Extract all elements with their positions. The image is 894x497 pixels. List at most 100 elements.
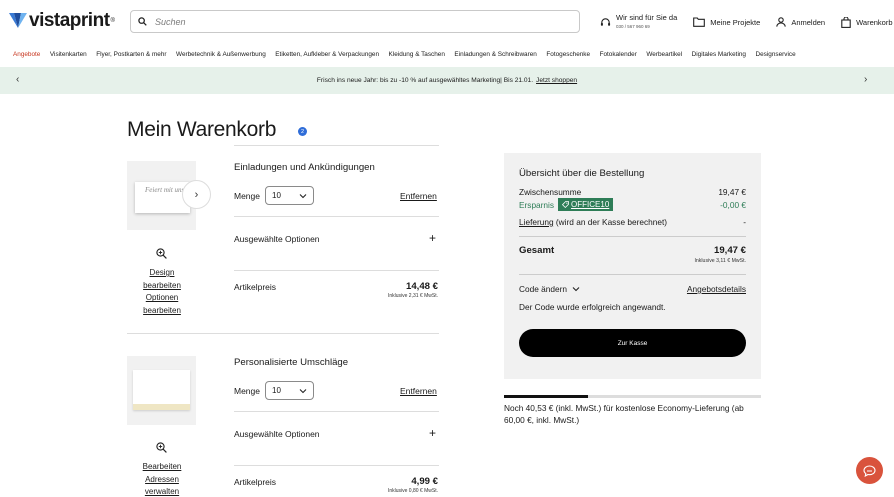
subtotal-value: 19,47 € xyxy=(718,187,746,197)
cart-link[interactable]: Warenkorb xyxy=(841,16,893,28)
edit-envelope-link[interactable]: Bearbeiten xyxy=(127,461,197,474)
chevron-right-icon: › xyxy=(194,188,199,201)
zoom-icon[interactable] xyxy=(156,248,167,259)
logo-wordmark: vistaprint xyxy=(29,10,110,31)
quantity-label: Menge xyxy=(234,386,260,396)
shipping-info-link[interactable]: Lieferung xyxy=(519,217,554,227)
plus-icon[interactable]: + xyxy=(429,427,436,439)
total-vat: Inklusive 3,11 € MwSt. xyxy=(694,258,746,264)
shipping-note: (wird an der Kasse berechnet) xyxy=(555,217,668,227)
promo-next-icon[interactable]: › xyxy=(864,74,867,85)
summary-title: Übersicht über die Bestellung xyxy=(519,168,645,179)
chat-button[interactable] xyxy=(856,457,883,484)
page-title: Mein Warenkorb xyxy=(127,118,277,141)
promo-banner: ‹ Frisch ins neue Jahr: bis zu -10 % auf… xyxy=(0,67,894,94)
change-code-label: Code ändern xyxy=(519,284,567,294)
edit-options-link[interactable]: Optionen xyxy=(127,292,197,305)
envelope-image xyxy=(133,370,190,410)
total-row: Gesamt 19,47 € xyxy=(519,245,746,256)
login-link[interactable]: Anmelden xyxy=(776,17,825,27)
preview-next-button[interactable]: › xyxy=(182,180,211,209)
divider xyxy=(234,216,439,217)
nav-item-angebote[interactable]: Angebote xyxy=(13,51,40,58)
order-summary: Übersicht über die Bestellung Zwischensu… xyxy=(504,153,761,379)
logo-registered: ® xyxy=(110,18,115,24)
edit-options-link[interactable]: bearbeiten xyxy=(127,305,197,318)
envelope-gold-edge xyxy=(133,404,190,410)
quantity-select[interactable]: 10 xyxy=(265,186,314,205)
manage-addresses-link[interactable]: verwalten xyxy=(127,486,197,497)
shipping-value: - xyxy=(743,217,746,227)
nav-item-designservice[interactable]: Designservice xyxy=(755,51,795,58)
help-phone: 030 / 567 960 69 xyxy=(616,24,650,29)
item-edit-links: Design bearbeiten Optionen bearbeiten xyxy=(127,267,197,317)
nav-item-etiketten[interactable]: Etiketten, Aufkleber & Verpackungen xyxy=(275,51,379,58)
item-vat: Inklusive 2,31 € MwSt. xyxy=(387,293,438,299)
divider xyxy=(234,411,439,412)
promo-text: Frisch ins neue Jahr: bis zu -10 % auf a… xyxy=(316,77,534,84)
search-box[interactable] xyxy=(130,10,580,33)
edit-design-link[interactable]: bearbeiten xyxy=(127,280,197,293)
subtotal-row: Zwischensumme 19,47 € xyxy=(519,187,746,197)
divider xyxy=(234,270,439,271)
tag-icon xyxy=(562,201,569,208)
edit-design-link[interactable]: Design xyxy=(127,267,197,280)
headset-icon xyxy=(600,17,611,26)
folder-icon xyxy=(693,17,706,27)
nav-item-fotogeschenke[interactable]: Fotogeschenke xyxy=(546,51,590,58)
nav-item-kleidung[interactable]: Kleidung & Taschen xyxy=(389,51,445,58)
divider xyxy=(234,465,439,466)
nav-item-digitales-marketing[interactable]: Digitales Marketing xyxy=(692,51,746,58)
free-shipping-progress-fill xyxy=(504,395,588,398)
user-icon xyxy=(776,17,787,27)
search-icon xyxy=(138,17,147,26)
selected-options-toggle[interactable]: Ausgewählte Optionen xyxy=(234,234,320,244)
savings-value: -0,00 € xyxy=(720,199,746,210)
item-divider xyxy=(127,333,439,334)
promo-shop-link[interactable]: Jetzt shoppen xyxy=(536,77,577,84)
shopping-bag-icon xyxy=(841,16,851,28)
nav-item-einladungen[interactable]: Einladungen & Schreibwaren xyxy=(454,51,536,58)
zoom-icon[interactable] xyxy=(156,442,167,453)
divider xyxy=(519,274,746,275)
nav-item-werbetechnik[interactable]: Werbetechnik & Außenwerbung xyxy=(176,51,266,58)
nav-item-visitenkarten[interactable]: Visitenkarten xyxy=(50,51,87,58)
help-title: Wir sind für Sie da xyxy=(616,13,678,22)
offer-details-link[interactable]: Angebotsdetails xyxy=(687,284,746,294)
coupon-code: OFFICE10 xyxy=(571,200,610,209)
remove-item-link[interactable]: Entfernen xyxy=(400,191,437,201)
code-row: Code ändern Angebotsdetails xyxy=(519,284,746,294)
item-edit-links: Bearbeiten Adressen verwalten xyxy=(127,461,197,497)
total-label: Gesamt xyxy=(519,245,555,256)
plus-icon[interactable]: + xyxy=(429,232,436,244)
card-text: Feiert mit uns xyxy=(145,186,185,194)
item-thumbnail[interactable] xyxy=(127,356,196,425)
change-code-toggle[interactable]: Code ändern xyxy=(519,284,580,294)
divider xyxy=(519,236,746,237)
total-value: 19,47 € xyxy=(713,245,746,256)
coupon-code-tag[interactable]: OFFICE10 xyxy=(558,198,614,211)
quantity-label: Menge xyxy=(234,191,260,201)
chevron-down-icon xyxy=(299,389,307,394)
vistaprint-logo[interactable]: vistaprint ® xyxy=(9,10,115,32)
selected-options-toggle[interactable]: Ausgewählte Optionen xyxy=(234,429,320,439)
remove-item-link[interactable]: Entfernen xyxy=(400,386,437,396)
nav-item-flyer[interactable]: Flyer, Postkarten & mehr xyxy=(96,51,166,58)
help-contact[interactable]: Wir sind für Sie da 030 / 567 960 69 xyxy=(600,13,677,31)
my-projects-link[interactable]: Meine Projekte xyxy=(693,17,760,27)
item-vat: Inklusive 0,80 € MwSt. xyxy=(387,488,438,494)
price-label: Artikelpreis xyxy=(234,477,277,487)
savings-row: Ersparnis OFFICE10 -0,00 € xyxy=(519,198,746,211)
checkout-button[interactable]: Zur Kasse xyxy=(519,329,746,357)
nav-item-fotokalender[interactable]: Fotokalender xyxy=(600,51,637,58)
quantity-select[interactable]: 10 xyxy=(265,381,314,400)
quantity-value: 10 xyxy=(272,191,281,200)
item-title: Personalisierte Umschläge xyxy=(234,357,349,368)
nav-item-werbeartikel[interactable]: Werbeartikel xyxy=(646,51,682,58)
search-input[interactable] xyxy=(155,16,555,27)
item-price: 4,99 € xyxy=(411,476,438,487)
manage-addresses-link[interactable]: Adressen xyxy=(127,474,197,487)
divider xyxy=(234,145,439,146)
promo-prev-icon[interactable]: ‹ xyxy=(16,74,19,85)
my-projects-label: Meine Projekte xyxy=(710,17,761,27)
